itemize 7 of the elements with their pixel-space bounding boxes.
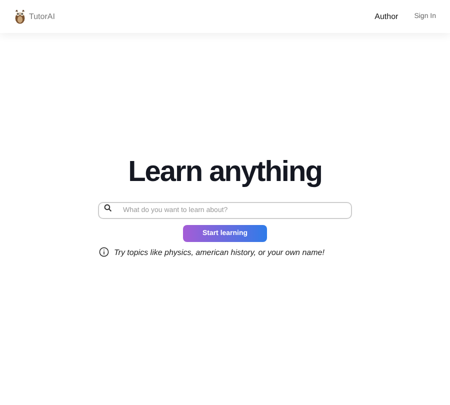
owl-icon: [14, 8, 26, 25]
page-title: Learn anything: [128, 155, 322, 190]
hint-text: Try topics like physics, american history, or your own name!: [114, 248, 324, 256]
nav-link[interactable]: Author: [374, 12, 398, 21]
brand-name[interactable]: TutorAI: [29, 12, 55, 21]
search-icon: [104, 204, 112, 212]
info-icon: [99, 247, 109, 257]
